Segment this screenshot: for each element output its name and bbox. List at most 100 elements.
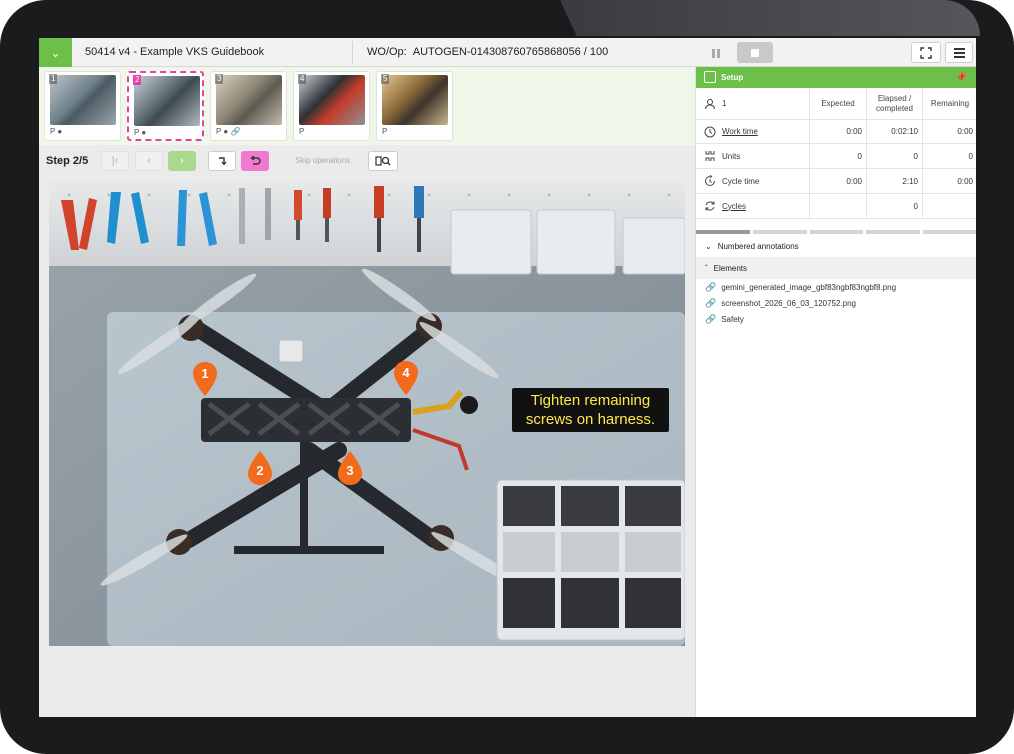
cycles-completed: 0 — [866, 194, 922, 218]
refresh-icon — [705, 201, 715, 211]
step-thumbnail-2[interactable]: 2 P ● — [127, 71, 204, 141]
operator-count-value: 1 — [722, 99, 727, 108]
thumbnail-number: 5 — [381, 74, 390, 84]
step-thumbnail-strip: 1 P ● 2 P ● 3 P ● 🔗 4 P 5 P — [39, 67, 695, 145]
chevron-up-icon: ˆ — [705, 263, 708, 273]
column-remaining: Remaining — [922, 88, 976, 119]
annotation-pin-2[interactable]: 2 — [246, 450, 274, 486]
jump-icon — [219, 157, 227, 166]
cycle-clock-icon — [705, 175, 715, 186]
work-order-value: AUTOGEN-014308760765868056 / 100 — [412, 46, 609, 58]
cycles-row: Cycles 0 — [696, 194, 976, 219]
previous-step-button[interactable]: ‹ — [135, 151, 163, 171]
thumbnail-flags: P ● 🔗 — [216, 127, 241, 136]
tablet-glare — [560, 0, 980, 36]
operator-count: 1 — [704, 88, 726, 119]
stop-icon — [751, 48, 759, 57]
thumbnail-flags: P — [382, 127, 388, 136]
next-step-button[interactable]: › — [168, 151, 196, 171]
thumbnail-image — [50, 75, 116, 125]
work-time-expected: 0:00 — [809, 120, 866, 143]
progress-segment — [752, 230, 807, 234]
thumbnail-image — [382, 75, 448, 125]
cycles-expected — [809, 194, 866, 218]
work-order-info: WO/Op: AUTOGEN-014308760765868056 / 100 — [367, 46, 608, 58]
menu-icon — [953, 47, 965, 50]
units-text: Units — [722, 151, 741, 161]
annotation-number: 2 — [256, 463, 264, 478]
progress-segment — [809, 230, 864, 234]
column-expected: Expected — [809, 88, 866, 119]
pin-icon[interactable]: 📌 — [956, 72, 967, 83]
fullscreen-button[interactable] — [911, 42, 941, 63]
pause-icon-bar — [716, 48, 720, 58]
step-thumbnail-5[interactable]: 5 P — [376, 71, 453, 141]
units-completed: 0 — [866, 144, 922, 168]
step-navigation-bar: Step 2/5 |‹ ‹ › Skip operations — [39, 145, 695, 178]
numbered-annotations-toggle[interactable]: ⌄ Numbered annotations — [696, 235, 976, 257]
annotation-pin-4[interactable]: 4 — [392, 360, 420, 396]
chevron-down-icon: ⌄ — [705, 241, 712, 251]
setup-header[interactable]: Setup 📌 — [696, 67, 976, 88]
annotation-pin-3[interactable]: 3 — [336, 450, 364, 486]
work-instruction-image: 1 2 3 4 Tighten remaining screws on harn… — [49, 180, 685, 646]
progress-segment — [923, 230, 976, 234]
menu-toggle-button[interactable]: ⌄ — [39, 38, 72, 67]
work-time-text: Work time — [722, 127, 758, 136]
progress-segment — [866, 230, 921, 234]
pause-button[interactable] — [703, 43, 728, 63]
zoom-image-button[interactable] — [368, 151, 398, 171]
element-name: screenshot_2026_06_03_120752.png — [721, 299, 857, 308]
link-icon: 🔗 — [705, 282, 717, 292]
elements-toggle[interactable]: ˆ Elements — [696, 257, 976, 279]
thumbnail-image — [216, 75, 282, 125]
fullscreen-icon — [920, 46, 932, 59]
column-elapsed: Elapsed / completed — [866, 88, 922, 119]
clock-icon — [704, 126, 716, 137]
callout-line-2: screws on harness. — [525, 411, 656, 428]
element-item-2[interactable]: 🔗 screenshot_2026_06_03_120752.png — [705, 298, 856, 309]
hamburger-menu-button[interactable] — [945, 42, 973, 63]
first-step-button[interactable]: |‹ — [101, 151, 129, 171]
step-thumbnail-4[interactable]: 4 P — [293, 71, 370, 141]
annotation-pin-1[interactable]: 1 — [191, 361, 219, 397]
units-remaining: 0 — [922, 144, 976, 168]
work-time-label[interactable]: Work time — [704, 120, 758, 143]
element-name: Safety — [721, 315, 744, 324]
thumbnail-flags: P ● — [134, 128, 147, 137]
cycles-label[interactable]: Cycles — [704, 194, 746, 218]
step-progress-indicator — [696, 230, 976, 234]
link-icon: 🔗 — [705, 298, 717, 308]
annotation-number: 3 — [346, 463, 354, 478]
work-time-row: Work time 0:00 0:02:10 0:00 — [696, 120, 976, 144]
step-thumbnail-3[interactable]: 3 P ● 🔗 — [210, 71, 287, 141]
work-order-label: WO/Op: — [367, 46, 407, 58]
setup-table-header: 1 Expected Elapsed / completed Remaining — [696, 88, 976, 120]
zoom-icon — [375, 156, 391, 166]
instruction-callout: Tighten remaining screws on harness. — [512, 388, 669, 432]
units-expected: 0 — [809, 144, 866, 168]
chevron-down-icon: ⌄ — [50, 45, 61, 60]
pause-icon — [711, 48, 715, 58]
element-item-1[interactable]: 🔗 gemini_generated_image_gbf83ngbf83ngbf… — [705, 282, 896, 293]
elements-label: Elements — [713, 263, 748, 273]
menu-icon-bar — [953, 55, 965, 58]
skip-operations-link[interactable]: Skip operations — [295, 156, 350, 165]
thumbnail-number: 1 — [49, 74, 58, 84]
cycle-time-text: Cycle time — [722, 176, 760, 186]
thumbnail-image — [299, 75, 365, 125]
thumbnail-flags: P ● — [50, 127, 63, 136]
annotation-number: 4 — [402, 365, 410, 380]
cycle-time-row: Cycle time 0:00 2:10 0:00 — [696, 169, 976, 194]
setup-icon — [704, 71, 716, 83]
numbered-annotations-label: Numbered annotations — [717, 241, 799, 251]
thumbnail-number: 2 — [133, 75, 142, 85]
jump-step-button[interactable] — [208, 151, 236, 171]
undo-button[interactable] — [241, 151, 269, 171]
chevron-left-icon: ‹ — [147, 155, 151, 167]
stop-button[interactable] — [737, 42, 773, 63]
link-icon: 🔗 — [705, 314, 717, 324]
element-name: gemini_generated_image_gbf83ngbf83ngbf8.… — [721, 283, 897, 292]
element-item-3[interactable]: 🔗 Safety — [705, 314, 744, 325]
step-thumbnail-1[interactable]: 1 P ● — [44, 71, 121, 141]
